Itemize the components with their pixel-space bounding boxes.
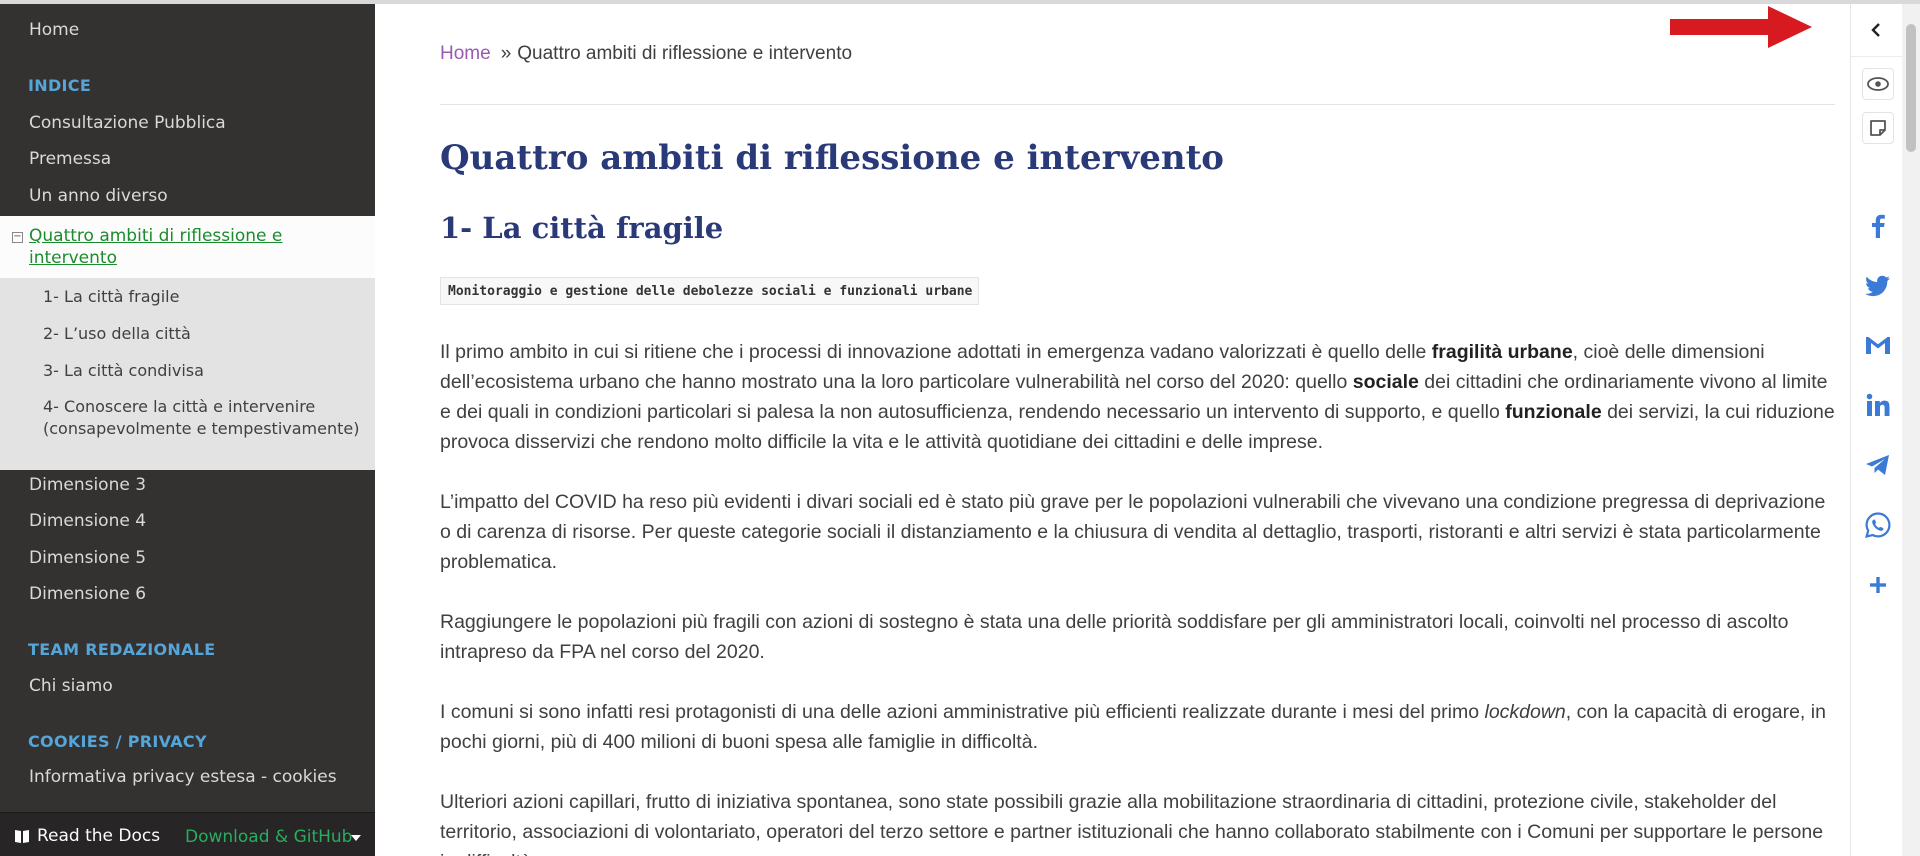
paragraph-4: I comuni si sono infatti resi protagonis…	[440, 697, 1840, 757]
sidebar-subitem-citta-fragile[interactable]: 1- La città fragile	[43, 286, 363, 308]
breadcrumb: Home » Quattro ambiti di riflessione e int…	[440, 43, 852, 65]
panel-divider	[1851, 56, 1903, 57]
caption-cookies: COOKIES / PRIVACY	[28, 732, 207, 751]
sidebar-item-dimensione-6[interactable]: Dimensione 6	[0, 584, 375, 604]
caption-indice: INDICE	[28, 76, 92, 95]
eye-icon	[1867, 77, 1889, 91]
section-title: 1- La città fragile	[440, 211, 724, 245]
chevron-left-icon[interactable]	[1865, 18, 1889, 42]
p1-text-a: Il primo ambito in cui si ritiene che i …	[440, 341, 1432, 363]
divider	[440, 104, 1835, 105]
main-content: Home» Quattro ambiti di riflessione e int…	[375, 4, 1850, 856]
note-button[interactable]	[1862, 112, 1894, 144]
paragraph-2: L’impatto del COVID ha reso più evidenti…	[440, 491, 1826, 573]
plus-icon[interactable]	[1863, 570, 1893, 600]
right-panel	[1850, 4, 1903, 856]
preview-button[interactable]	[1862, 68, 1894, 100]
scrollbar-thumb[interactable]	[1906, 24, 1916, 152]
rtd-footer[interactable]: Read the Docs Download & GitHub	[0, 812, 375, 856]
sidebar-item-dimensione-3[interactable]: Dimensione 3	[0, 475, 375, 495]
breadcrumb-home-link[interactable]: Home	[440, 43, 491, 64]
sidebar-item-dimensione-5[interactable]: Dimensione 5	[0, 548, 375, 568]
sidebar-item-consultazione[interactable]: Consultazione Pubblica	[0, 113, 375, 133]
red-arrow-icon	[1670, 6, 1812, 48]
code-snippet: Monitoraggio e gestione delle debolezze …	[440, 277, 980, 305]
telegram-icon[interactable]	[1863, 450, 1893, 480]
page-title: Quattro ambiti di riflessione e interven…	[440, 138, 1224, 178]
caret-down-icon[interactable]	[351, 835, 361, 841]
sidebar: Home INDICE Consultazione Pubblica Preme…	[0, 4, 375, 856]
sidebar-subitem-conoscere-citta[interactable]: 4- Conoscere la città e intervenire (con…	[43, 396, 363, 440]
sidebar-subitem-citta-condivisa[interactable]: 3- La città condivisa	[43, 360, 363, 382]
download-github-label[interactable]: Download & GitHub	[185, 827, 352, 847]
p4-text-a: I comuni si sono infatti resi protagonis…	[440, 701, 1485, 723]
sidebar-item-premessa[interactable]: Premessa	[0, 149, 375, 169]
paragraph-5: Ulteriori azioni capillari, frutto di in…	[440, 791, 1824, 856]
caption-team: TEAM REDAZIONALE	[28, 640, 216, 659]
gmail-icon[interactable]	[1863, 330, 1893, 360]
sidebar-item-home[interactable]: Home	[0, 20, 375, 40]
p1-bold-sociale: sociale	[1352, 371, 1419, 393]
p1-bold-fragilita: fragilità urbane	[1431, 341, 1573, 363]
paragraph-1: Il primo ambito in cui si ritiene che i …	[440, 337, 1840, 457]
collapse-toggle-icon[interactable]: −	[12, 232, 23, 243]
p4-italic-lockdown: lockdown	[1484, 701, 1566, 723]
sidebar-subitems: 1- La città fragile 2- L’uso della città…	[0, 278, 375, 470]
rtd-label[interactable]: Read the Docs	[37, 826, 160, 846]
sidebar-item-anno-diverso[interactable]: Un anno diverso	[0, 186, 375, 206]
sidebar-current-label[interactable]: Quattro ambiti di riflessione e interven…	[29, 225, 359, 269]
scrollbar[interactable]	[1902, 4, 1920, 856]
sidebar-item-privacy[interactable]: Informativa privacy estesa - cookies	[0, 767, 375, 787]
breadcrumb-separator: »	[500, 43, 512, 64]
whatsapp-icon[interactable]	[1863, 510, 1893, 540]
sidebar-item-dimensione-4[interactable]: Dimensione 4	[0, 511, 375, 531]
sticky-note-icon	[1870, 120, 1886, 136]
sidebar-subitem-uso-citta[interactable]: 2- L’uso della città	[43, 323, 363, 345]
facebook-icon[interactable]	[1863, 210, 1893, 240]
p1-bold-funzionale: funzionale	[1505, 401, 1602, 423]
sidebar-item-current[interactable]: − Quattro ambiti di riflessione e interv…	[0, 216, 375, 278]
linkedin-icon[interactable]	[1863, 390, 1893, 420]
sidebar-item-chi-siamo[interactable]: Chi siamo	[0, 676, 375, 696]
paragraph-3: Raggiungere le popolazioni più fragili c…	[440, 611, 1789, 663]
breadcrumb-current: Quattro ambiti di riflessione e interven…	[517, 43, 853, 64]
book-icon	[14, 828, 30, 844]
twitter-icon[interactable]	[1863, 270, 1893, 300]
